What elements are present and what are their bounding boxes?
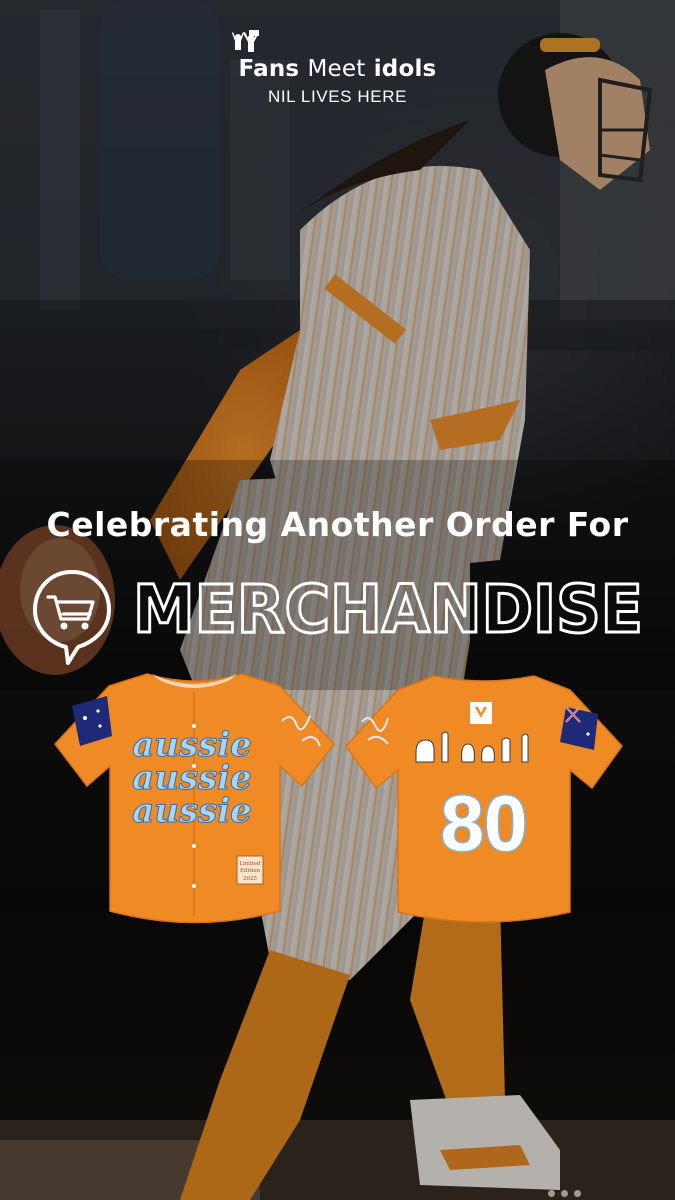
patch-line-3: 2025	[243, 876, 257, 882]
jersey-back-image: 80	[345, 675, 623, 923]
carousel-dot	[561, 1190, 568, 1197]
brand-name-part3: idols	[373, 56, 437, 82]
headline: Celebrating Another Order For	[46, 505, 629, 544]
category-label: MERCHANDISE	[132, 570, 645, 645]
brand-name: Fans Meet idols	[0, 56, 675, 82]
promo-poster: Fans Meet idols NIL LIVES HERE Celebrati…	[0, 0, 675, 1200]
script-line-3: aussie	[132, 791, 252, 831]
carousel-dot	[574, 1190, 581, 1197]
patch-line-2: Edition	[240, 868, 261, 874]
carousel-indicator	[548, 1182, 587, 1200]
brand-name-part1: Fans	[238, 56, 300, 82]
shopping-cart-icon	[33, 570, 111, 665]
patch-line-1: Limited	[239, 861, 261, 867]
brand-tagline: NIL LIVES HERE	[267, 87, 408, 106]
category-label-text: MERCHANDISE	[133, 571, 643, 644]
jersey-front-image: aussie aussie aussie Limited Edition 202…	[54, 673, 335, 924]
brand-name-part2: Meet	[307, 56, 366, 82]
carousel-dot	[548, 1190, 555, 1197]
jersey-number: 80	[441, 779, 528, 867]
